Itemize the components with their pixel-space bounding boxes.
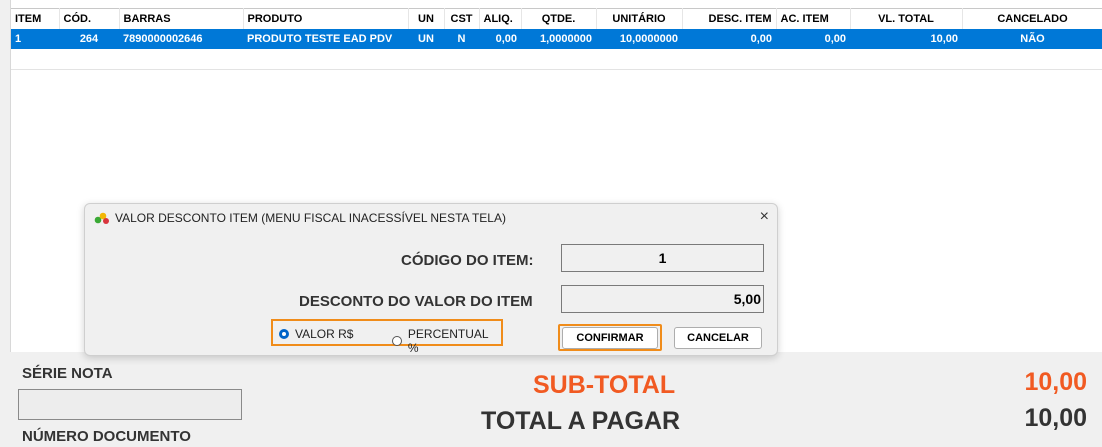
numero-documento-label: NÚMERO DOCUMENTO bbox=[22, 428, 191, 445]
discount-type-group: VALOR R$ PERCENTUAL % bbox=[271, 319, 503, 355]
cell-produto: PRODUTO TESTE EAD PDV bbox=[243, 29, 408, 49]
col-cst-header[interactable]: CST bbox=[444, 8, 480, 29]
cancel-button[interactable]: CANCELAR bbox=[674, 327, 762, 349]
close-icon[interactable]: × bbox=[760, 208, 769, 226]
codigo-item-field[interactable]: 1 bbox=[561, 244, 764, 272]
col-ac-item-header[interactable]: AC. ITEM bbox=[776, 8, 851, 29]
cell-vl-total: 10,00 bbox=[850, 29, 962, 49]
cell-cancelado: NÃO bbox=[962, 29, 1102, 49]
col-unitario-header[interactable]: UNITÁRIO bbox=[596, 8, 683, 29]
col-qtde-header[interactable]: QTDE. bbox=[521, 8, 597, 29]
items-table: ITEM CÓD. BARRAS PRODUTO UN CST ALIQ. QT… bbox=[11, 8, 1102, 70]
col-cancelado-header[interactable]: CANCELADO bbox=[962, 8, 1102, 29]
serie-nota-label: SÉRIE NOTA bbox=[22, 365, 113, 382]
radio-checked-icon bbox=[279, 329, 289, 339]
cell-qtde: 1,0000000 bbox=[521, 29, 596, 49]
cell-cst: N bbox=[444, 29, 479, 49]
subtotal-label: SUB-TOTAL bbox=[533, 371, 676, 399]
cell-ac-item: 0,00 bbox=[776, 29, 850, 49]
cell-item: 1 bbox=[11, 29, 59, 49]
cell-un: UN bbox=[408, 29, 444, 49]
radio-unchecked-icon bbox=[392, 336, 402, 346]
app-icon bbox=[94, 212, 109, 224]
radio-valor[interactable]: VALOR R$ bbox=[279, 327, 353, 341]
radio-valor-label: VALOR R$ bbox=[295, 327, 354, 341]
col-desc-item-header[interactable]: DESC. ITEM bbox=[682, 8, 777, 29]
col-produto-header[interactable]: PRODUTO bbox=[243, 8, 409, 29]
table-header-row: ITEM CÓD. BARRAS PRODUTO UN CST ALIQ. QT… bbox=[11, 8, 1102, 29]
cell-desc-item: 0,00 bbox=[682, 29, 776, 49]
codigo-item-label: CÓDIGO DO ITEM: bbox=[401, 252, 534, 269]
radio-percentual-label: PERCENTUAL % bbox=[407, 327, 489, 355]
table-row-empty bbox=[11, 49, 1102, 70]
serie-nota-field[interactable] bbox=[18, 389, 242, 420]
dialog-title: VALOR DESCONTO ITEM (MENU FISCAL INACESS… bbox=[115, 211, 506, 225]
total-label: TOTAL A PAGAR bbox=[481, 407, 681, 435]
table-row[interactable]: 1 264 7890000002646 PRODUTO TESTE EAD PD… bbox=[11, 29, 1102, 49]
desconto-valor-label: DESCONTO DO VALOR DO ITEM bbox=[299, 293, 533, 310]
col-cod-header[interactable]: CÓD. bbox=[59, 8, 120, 29]
discount-dialog: VALOR DESCONTO ITEM (MENU FISCAL INACESS… bbox=[84, 203, 778, 356]
col-item-header[interactable]: ITEM bbox=[11, 8, 60, 29]
cell-aliq: 0,00 bbox=[479, 29, 521, 49]
radio-percentual[interactable]: PERCENTUAL % bbox=[392, 327, 501, 355]
subtotal-value: 10,00 bbox=[1024, 368, 1087, 396]
desconto-valor-input[interactable]: 5,00 bbox=[561, 285, 764, 313]
col-vl-total-header[interactable]: VL. TOTAL bbox=[850, 8, 963, 29]
confirm-button[interactable]: CONFIRMAR bbox=[562, 327, 658, 349]
col-aliq-header[interactable]: ALIQ. bbox=[479, 8, 522, 29]
cell-unitario: 10,0000000 bbox=[596, 29, 682, 49]
col-un-header[interactable]: UN bbox=[408, 8, 445, 29]
cell-barras: 7890000002646 bbox=[119, 29, 243, 49]
total-value: 10,00 bbox=[1024, 404, 1087, 432]
cell-cod: 264 bbox=[59, 29, 119, 49]
col-barras-header[interactable]: BARRAS bbox=[119, 8, 244, 29]
